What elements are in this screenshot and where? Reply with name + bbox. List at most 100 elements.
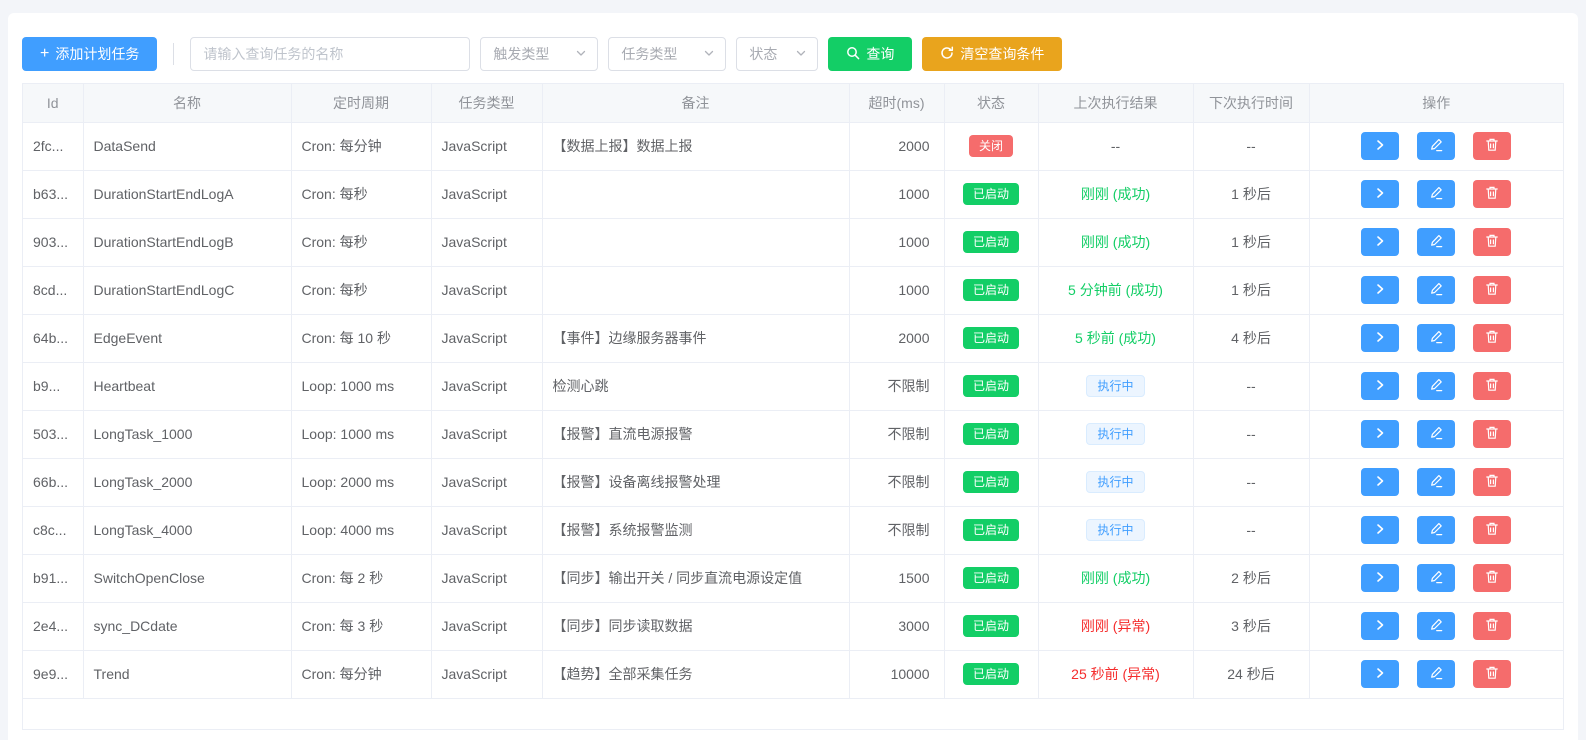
edit-task-button[interactable]	[1417, 372, 1455, 400]
cell-name: DurationStartEndLogA	[83, 170, 291, 218]
run-task-button[interactable]	[1361, 564, 1399, 592]
status-badge: 已启动	[963, 471, 1019, 493]
edit-task-button[interactable]	[1417, 324, 1455, 352]
run-task-button[interactable]	[1361, 612, 1399, 640]
cell-id: b9...	[23, 362, 83, 410]
run-task-button[interactable]	[1361, 516, 1399, 544]
chevron-right-icon	[1373, 618, 1387, 635]
cell-cycle: Cron: 每分钟	[291, 650, 431, 698]
pencil-icon	[1429, 186, 1443, 203]
cell-type: JavaScript	[431, 218, 542, 266]
cell-name: DurationStartEndLogC	[83, 266, 291, 314]
cell-type: JavaScript	[431, 266, 542, 314]
status-badge: 已启动	[963, 663, 1019, 685]
run-task-button[interactable]	[1361, 132, 1399, 160]
status-badge: 已启动	[963, 615, 1019, 637]
run-task-button[interactable]	[1361, 228, 1399, 256]
table-row: 903... DurationStartEndLogB Cron: 每秒 Jav…	[23, 218, 1563, 266]
col-header-remark: 备注	[542, 84, 849, 122]
edit-task-button[interactable]	[1417, 228, 1455, 256]
cell-type: JavaScript	[431, 506, 542, 554]
run-task-button[interactable]	[1361, 372, 1399, 400]
run-task-button[interactable]	[1361, 420, 1399, 448]
edit-task-button[interactable]	[1417, 516, 1455, 544]
add-task-button[interactable]: + 添加计划任务	[22, 37, 157, 71]
chevron-down-icon	[795, 46, 807, 62]
delete-task-button[interactable]	[1473, 516, 1511, 544]
add-task-label: 添加计划任务	[55, 44, 139, 64]
cell-timeout: 不限制	[849, 410, 944, 458]
cell-cycle: Cron: 每秒	[291, 170, 431, 218]
delete-task-button[interactable]	[1473, 468, 1511, 496]
cell-timeout: 不限制	[849, 362, 944, 410]
cell-name: LongTask_4000	[83, 506, 291, 554]
run-task-button[interactable]	[1361, 324, 1399, 352]
cell-next-time: 24 秒后	[1193, 650, 1309, 698]
delete-task-button[interactable]	[1473, 324, 1511, 352]
plus-icon: +	[40, 46, 49, 62]
trash-icon	[1485, 665, 1499, 683]
pencil-icon	[1429, 522, 1443, 539]
cell-remark	[542, 218, 849, 266]
query-button[interactable]: 查询	[828, 37, 912, 71]
col-header-last-result: 上次执行结果	[1038, 84, 1193, 122]
cell-next-time: 1 秒后	[1193, 218, 1309, 266]
chevron-right-icon	[1373, 522, 1387, 539]
delete-task-button[interactable]	[1473, 420, 1511, 448]
trash-icon	[1485, 617, 1499, 635]
delete-task-button[interactable]	[1473, 180, 1511, 208]
edit-task-button[interactable]	[1417, 180, 1455, 208]
col-header-status: 状态	[944, 84, 1038, 122]
cell-name: EdgeEvent	[83, 314, 291, 362]
cell-timeout: 1000	[849, 218, 944, 266]
edit-task-button[interactable]	[1417, 132, 1455, 160]
delete-task-button[interactable]	[1473, 132, 1511, 160]
delete-task-button[interactable]	[1473, 612, 1511, 640]
edit-task-button[interactable]	[1417, 420, 1455, 448]
cell-id: b91...	[23, 554, 83, 602]
chevron-right-icon	[1373, 138, 1387, 155]
clear-filters-button[interactable]: 清空查询条件	[922, 37, 1062, 71]
cell-next-time: 3 秒后	[1193, 602, 1309, 650]
cell-timeout: 2000	[849, 122, 944, 170]
edit-task-button[interactable]	[1417, 660, 1455, 688]
trash-icon	[1485, 281, 1499, 299]
trash-icon	[1485, 137, 1499, 155]
cell-next-time: --	[1193, 506, 1309, 554]
run-task-button[interactable]	[1361, 660, 1399, 688]
delete-task-button[interactable]	[1473, 228, 1511, 256]
cell-type: JavaScript	[431, 650, 542, 698]
edit-task-button[interactable]	[1417, 468, 1455, 496]
cell-cycle: Cron: 每秒	[291, 266, 431, 314]
delete-task-button[interactable]	[1473, 276, 1511, 304]
table-row: 2fc... DataSend Cron: 每分钟 JavaScript 【数据…	[23, 122, 1563, 170]
edit-task-button[interactable]	[1417, 564, 1455, 592]
pencil-icon	[1429, 426, 1443, 443]
delete-task-button[interactable]	[1473, 372, 1511, 400]
cell-type: JavaScript	[431, 314, 542, 362]
pencil-icon	[1429, 474, 1443, 491]
run-task-button[interactable]	[1361, 180, 1399, 208]
cell-cycle: Cron: 每秒	[291, 218, 431, 266]
trigger-type-select[interactable]: 触发类型	[480, 37, 598, 71]
status-select[interactable]: 状态	[736, 37, 818, 71]
status-badge: 已启动	[963, 327, 1019, 349]
edit-task-button[interactable]	[1417, 276, 1455, 304]
task-type-select[interactable]: 任务类型	[608, 37, 726, 71]
run-task-button[interactable]	[1361, 468, 1399, 496]
query-label: 查询	[866, 44, 894, 64]
cell-next-time: 1 秒后	[1193, 266, 1309, 314]
task-name-search-input[interactable]	[190, 37, 470, 71]
delete-task-button[interactable]	[1473, 660, 1511, 688]
trash-icon	[1485, 569, 1499, 587]
toolbar: + 添加计划任务 触发类型 任务类型 状态	[8, 13, 1578, 83]
cell-name: SwitchOpenClose	[83, 554, 291, 602]
trash-icon	[1485, 233, 1499, 251]
col-header-cycle: 定时周期	[291, 84, 431, 122]
cell-timeout: 1500	[849, 554, 944, 602]
table-row: b91... SwitchOpenClose Cron: 每 2 秒 JavaS…	[23, 554, 1563, 602]
edit-task-button[interactable]	[1417, 612, 1455, 640]
last-result: 刚刚 (成功)	[1081, 186, 1150, 202]
delete-task-button[interactable]	[1473, 564, 1511, 592]
run-task-button[interactable]	[1361, 276, 1399, 304]
